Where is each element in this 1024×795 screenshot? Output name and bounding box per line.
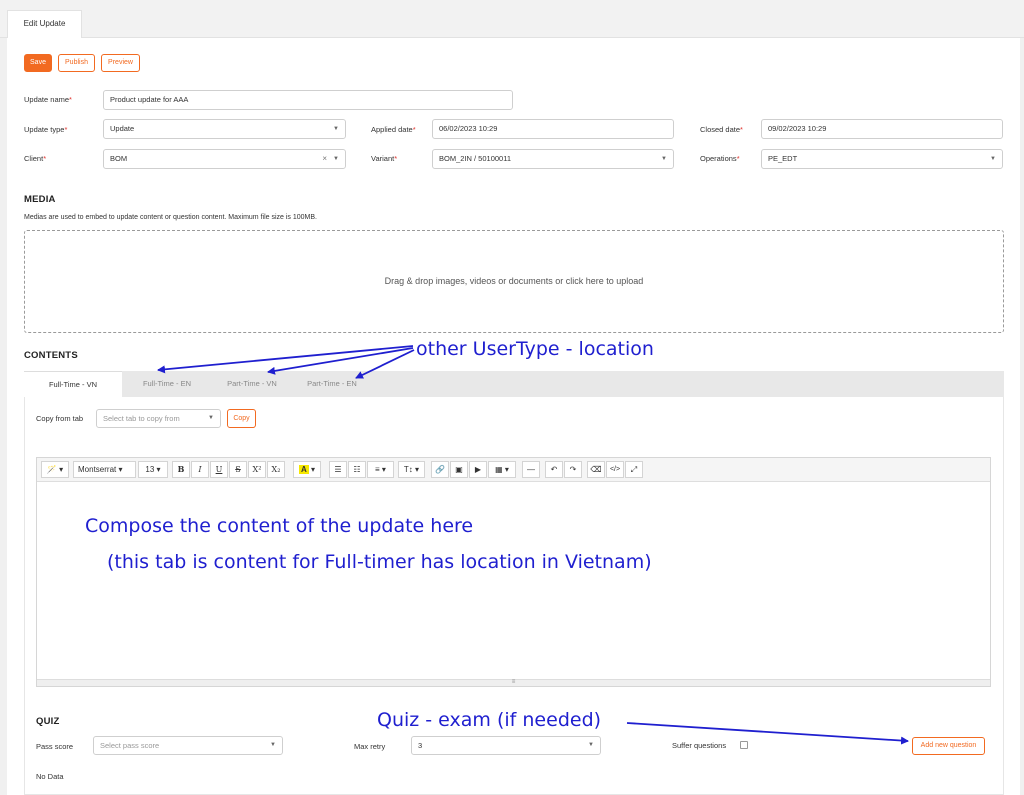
update-type-label: Update type* (24, 125, 68, 134)
copy-button[interactable]: Copy (227, 409, 256, 428)
pass-score-label: Pass score (36, 742, 74, 751)
annotation-compose-line1: Compose the content of the update here (85, 515, 474, 537)
publish-button[interactable]: Publish (58, 54, 95, 72)
contents-title: CONTENTS (24, 350, 78, 361)
redo-icon[interactable]: ↷ (564, 461, 582, 478)
chevron-down-icon: ▼ (990, 156, 996, 162)
operations-select[interactable]: PE_EDT ▼ (761, 149, 1003, 169)
variant-select[interactable]: BOM_2IN / 50100011 ▼ (432, 149, 674, 169)
max-retry-select[interactable]: 3 ▼ (411, 736, 601, 755)
variant-value: BOM_2IN / 50100011 (439, 154, 511, 163)
applied-date-input[interactable]: 06/02/2023 10:29 (432, 119, 674, 139)
max-retry-label: Max retry (354, 742, 386, 751)
client-select[interactable]: BOM × ▼ (103, 149, 346, 169)
media-description: Medias are used to embed to update conte… (24, 214, 317, 221)
align-icon[interactable]: ≡ ▾ (367, 461, 394, 478)
tab-part-time-vn[interactable]: Part-Time - VN (212, 371, 292, 397)
top-tabbar: Edit Update (0, 0, 1024, 38)
tab-full-time-en[interactable]: Full-Time - EN (122, 371, 212, 397)
update-name-input[interactable]: Product update for AAA (103, 90, 513, 110)
update-type-value: Update (110, 124, 135, 133)
quiz-title: QUIZ (36, 716, 60, 727)
chevron-down-icon: ▼ (208, 415, 214, 421)
link-icon[interactable]: 🔗 (431, 461, 449, 478)
no-data-text: No Data (36, 772, 64, 781)
superscript-icon[interactable]: X² (248, 461, 266, 478)
annotation-usertype: other UserType - location (416, 338, 654, 360)
preview-button[interactable]: Preview (101, 54, 140, 72)
italic-icon[interactable]: I (191, 461, 209, 478)
closed-date-label: Closed date* (700, 125, 743, 134)
copy-from-label: Copy from tab (36, 414, 84, 423)
highlight-icon[interactable]: A ▾ (293, 461, 321, 478)
bold-icon[interactable]: B (172, 461, 190, 478)
copy-from-placeholder: Select tab to copy from (103, 414, 180, 423)
strikethrough-icon[interactable]: S (229, 461, 247, 478)
undo-icon[interactable]: ↶ (545, 461, 563, 478)
applied-date-label: Applied date* (371, 125, 416, 134)
editor-toolbar: 🪄 ▾ Montserrat ▾ 13 ▾ B I U S X² X₂ A ▾ … (37, 458, 990, 482)
tab-edit-update[interactable]: Edit Update (7, 10, 82, 38)
contents-tabs: Full-Time - VN Full-Time - EN Part-Time … (24, 371, 1004, 397)
fullscreen-icon[interactable]: ⤢ (625, 461, 643, 478)
annotation-quiz: Quiz - exam (if needed) (377, 709, 602, 731)
clear-icon[interactable]: × (322, 150, 327, 168)
media-dropzone[interactable]: Drag & drop images, videos or documents … (24, 230, 1004, 333)
dropzone-text: Drag & drop images, videos or documents … (384, 276, 644, 286)
horizontal-rule-icon[interactable]: — (522, 461, 540, 478)
font-size-select[interactable]: 13 ▾ (138, 461, 168, 478)
pass-score-select[interactable]: Select pass score ▼ (93, 736, 283, 755)
text-style-icon[interactable]: T↕ ▾ (398, 461, 425, 478)
subscript-icon[interactable]: X₂ (267, 461, 285, 478)
variant-label: Variant* (371, 154, 398, 163)
client-value: BOM (110, 154, 128, 163)
tab-full-time-vn[interactable]: Full-Time - VN (24, 371, 122, 397)
tab-part-time-en[interactable]: Part-Time - EN (292, 371, 372, 397)
pass-score-placeholder: Select pass score (100, 741, 160, 750)
annotation-compose-line2: (this tab is content for Full-timer has … (107, 551, 652, 573)
code-view-icon[interactable]: </> (606, 461, 624, 478)
operations-value: PE_EDT (768, 154, 798, 163)
underline-icon[interactable]: U (210, 461, 228, 478)
save-button[interactable]: Save (24, 54, 52, 72)
chevron-down-icon: ▼ (333, 126, 339, 132)
suffer-questions-checkbox[interactable] (740, 741, 748, 749)
operations-label: Operations* (700, 154, 740, 163)
video-icon[interactable]: ▶ (469, 461, 487, 478)
update-name-label: Update name* (24, 95, 72, 104)
magic-wand-icon[interactable]: 🪄 ▾ (41, 461, 69, 478)
closed-date-input[interactable]: 09/02/2023 10:29 (761, 119, 1003, 139)
suffer-questions-label: Suffer questions (672, 741, 727, 750)
clear-format-icon[interactable]: ⌫ (587, 461, 605, 478)
ordered-list-icon[interactable]: ☷ (348, 461, 366, 478)
media-title: MEDIA (24, 194, 56, 205)
table-icon[interactable]: ▦ ▾ (488, 461, 516, 478)
image-icon[interactable]: ▣ (450, 461, 468, 478)
copy-from-select[interactable]: Select tab to copy from ▼ (96, 409, 221, 428)
add-new-question-button[interactable]: Add new question (912, 737, 985, 755)
max-retry-value: 3 (418, 741, 423, 750)
chevron-down-icon: ▼ (333, 156, 339, 162)
update-type-select[interactable]: Update ▼ (103, 119, 346, 139)
main-panel: Save Publish Preview Update name* Produc… (7, 38, 1020, 795)
chevron-down-icon: ▼ (588, 742, 594, 748)
chevron-down-icon: ▼ (661, 156, 667, 162)
chevron-down-icon: ▼ (270, 742, 276, 748)
editor-resize-handle[interactable]: ≡ (37, 679, 990, 686)
client-label: Client* (24, 154, 47, 163)
font-family-select[interactable]: Montserrat ▾ (73, 461, 136, 478)
bullet-list-icon[interactable]: ☰ (329, 461, 347, 478)
